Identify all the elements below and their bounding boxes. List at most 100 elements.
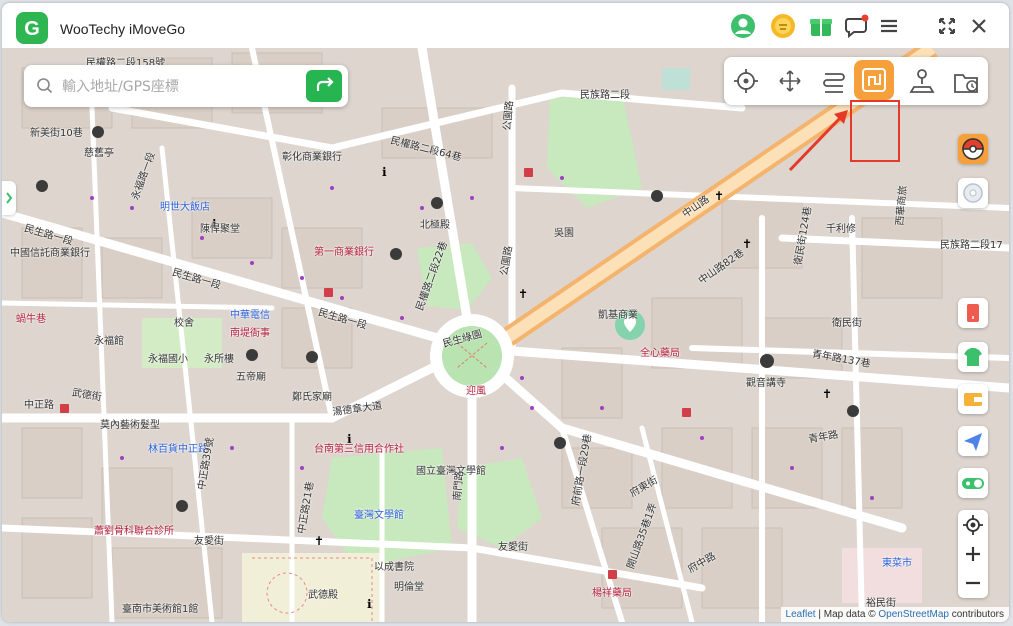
pokeball-icon — [962, 138, 984, 160]
route-path-icon — [862, 68, 886, 92]
jump-teleport-button[interactable] — [904, 63, 940, 99]
history-button[interactable] — [948, 63, 984, 99]
attribution-suffix: contributors — [948, 609, 1004, 620]
poi-hospital-icon — [60, 404, 69, 413]
map-label: 五帝廟 — [236, 372, 266, 383]
wallet-button[interactable] — [958, 384, 988, 414]
poi-info-icon: ℹ — [367, 597, 372, 611]
wallet-icon — [964, 393, 982, 406]
joystick-mode-button[interactable] — [772, 63, 808, 99]
menu-icon[interactable] — [876, 13, 902, 39]
skin-button[interactable] — [958, 342, 988, 372]
chat-icon[interactable] — [844, 13, 870, 39]
crosshair-icon — [734, 69, 758, 93]
poi-yinyang-icon — [651, 190, 663, 202]
map-label: 中國信託商業銀行 — [10, 248, 90, 259]
map-view[interactable]: ℹ ℹ ℹ ℹ ✝ ✝ ✝ ✝ ✝ 民權路二段158號 新美街10巷 慈舊亭 民… — [2, 48, 1009, 622]
map-label: 友愛街 — [194, 536, 224, 547]
map-label: 中正路 — [24, 400, 54, 411]
map-label: 永福國小 — [148, 354, 188, 365]
poi-hospital-icon — [324, 288, 333, 297]
two-spot-route-button[interactable] — [854, 60, 894, 100]
jump-teleport-icon — [909, 69, 935, 93]
poi-yinyang-icon — [246, 349, 258, 361]
search-input[interactable] — [60, 76, 304, 98]
map-label: 吳園 — [554, 228, 574, 239]
attribution-text: | Map data © — [815, 609, 879, 620]
map-label: 蕭劉骨科聯合診所 — [94, 526, 174, 537]
poi-hospital-icon — [524, 168, 533, 177]
map-label: 臺南市美術館1館 — [122, 604, 199, 615]
zoom-out-button[interactable] — [958, 568, 988, 598]
map-label: 千利修 — [826, 224, 856, 235]
svg-text:G: G — [24, 18, 40, 40]
locate-me-button[interactable] — [958, 510, 988, 540]
multi-stop-route-button[interactable] — [816, 63, 852, 99]
map-label: 全心藥局 — [640, 348, 680, 359]
close-icon[interactable] — [966, 13, 992, 39]
map-attribution: Leaflet | Map data © OpenStreetMap contr… — [780, 607, 1009, 622]
poi-hospital-icon — [682, 408, 691, 417]
search-go-button[interactable] — [306, 70, 342, 102]
mode-toolbar — [724, 57, 988, 105]
gift-icon[interactable] — [808, 13, 834, 39]
device-button[interactable] — [958, 298, 988, 328]
poi-temple-icon — [760, 354, 774, 368]
map-label: 鄭氏家廟 — [292, 392, 332, 403]
fullscreen-icon[interactable] — [934, 13, 960, 39]
coin-icon[interactable] — [770, 13, 796, 39]
map-label: 公園路 — [502, 100, 516, 132]
search-bar — [24, 65, 348, 107]
map-label: 迎風 — [466, 386, 486, 397]
map-label: 台南第三信用合作社 — [314, 444, 404, 455]
poi-yinyang-icon — [431, 197, 443, 209]
map-label: 彰化商業銀行 — [282, 152, 342, 163]
zoom-controls — [958, 510, 988, 598]
toggle-button[interactable] — [958, 468, 988, 498]
map-label: 南門路 — [452, 470, 466, 502]
poi-church-icon: ✝ — [822, 387, 832, 401]
game-ball-icon — [963, 183, 983, 203]
game-button[interactable] — [958, 178, 988, 208]
poi-info-icon: ℹ — [382, 165, 387, 179]
pool-area — [662, 68, 690, 90]
app-logo-icon: G — [16, 12, 48, 44]
map-label: 永福館 — [94, 336, 124, 347]
highlight-box — [850, 100, 900, 162]
map-label: 新美街10巷 — [30, 128, 83, 139]
poi-yinyang-icon — [306, 351, 318, 363]
side-panel-toggle[interactable] — [2, 181, 16, 215]
poi-church-icon: ✝ — [314, 534, 324, 548]
avatar-icon[interactable] — [730, 13, 756, 39]
paper-plane-icon — [964, 433, 982, 451]
map-label: 以成書院 — [374, 562, 414, 573]
zoom-in-button[interactable] — [958, 540, 988, 568]
map-label: 蝸牛巷 — [16, 314, 46, 325]
map-label: 楊祥藥局 — [592, 588, 632, 599]
map-label: 明倫堂 — [394, 582, 424, 593]
osm-link[interactable]: OpenStreetMap — [878, 609, 949, 620]
map-label: 東菜市 — [882, 558, 912, 569]
map-label: 友愛街 — [498, 542, 528, 553]
navigate-button[interactable] — [958, 426, 988, 456]
leaflet-link[interactable]: Leaflet — [786, 609, 816, 620]
map-label: 民族路二段17 — [940, 240, 1003, 251]
go-arrow-icon — [316, 77, 334, 91]
shirt-icon — [964, 348, 982, 366]
map-label: 南堤衙事 — [230, 328, 270, 339]
move-arrows-icon — [779, 70, 801, 92]
teleport-mode-button[interactable] — [728, 63, 764, 99]
app-title: WooTechy iMoveGo — [60, 21, 186, 37]
map-label: 陳悍聚堂 — [200, 224, 240, 235]
locate-icon — [963, 515, 983, 535]
poi-yinyang-icon — [92, 126, 104, 138]
map-label: 莫內藝術髮型 — [100, 420, 160, 431]
pokemon-button[interactable] — [958, 134, 988, 164]
map-label: 校舍 — [174, 318, 194, 329]
map-label: 永所樓 — [204, 354, 234, 365]
poi-hospital-icon — [608, 570, 617, 579]
map-label: 觀音講寺 — [746, 378, 786, 389]
map-label: 北極殿 — [420, 220, 450, 231]
poi-yinyang-icon — [390, 248, 402, 260]
map-label: 武德殿 — [308, 590, 338, 601]
